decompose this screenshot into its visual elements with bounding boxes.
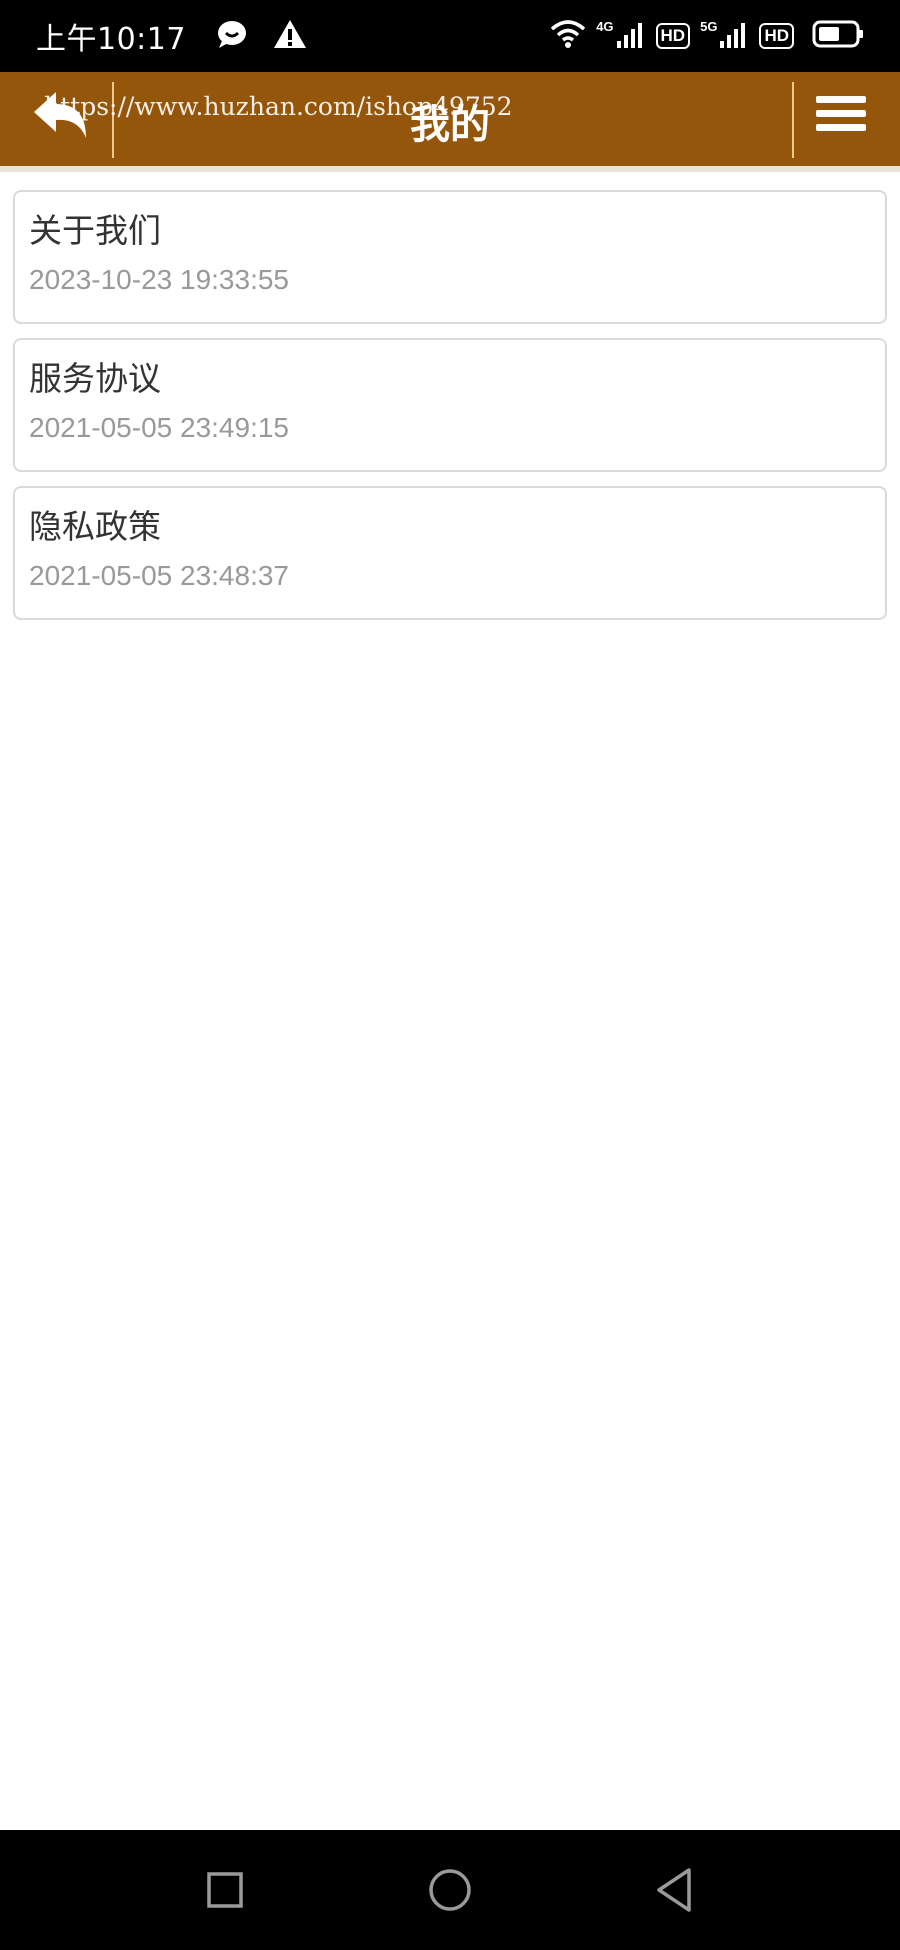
- list-item[interactable]: 隐私政策 2021-05-05 23:48:37: [13, 486, 887, 620]
- status-left-icons: [216, 18, 308, 54]
- header-divider: [792, 82, 794, 158]
- hamburger-menu-icon: [816, 96, 866, 131]
- status-right-icons: 4G HD 5G HD: [550, 19, 864, 53]
- list-item[interactable]: 服务协议 2021-05-05 23:49:15: [13, 338, 887, 472]
- watermark-text: https://www.huzhan.com/ishop49752: [44, 92, 513, 121]
- back-button[interactable]: [30, 88, 92, 152]
- back-triangle-icon: [657, 1868, 691, 1912]
- header-divider: [112, 82, 114, 158]
- recents-square-icon: [207, 1872, 243, 1908]
- list-item-title: 隐私政策: [29, 507, 161, 546]
- system-back-button[interactable]: [645, 1860, 705, 1920]
- chat-bubble-icon: [216, 19, 248, 53]
- list-item-title: 关于我们: [29, 211, 161, 250]
- menu-button[interactable]: [816, 96, 866, 142]
- battery-icon: [812, 19, 864, 53]
- wifi-icon: [550, 19, 586, 53]
- hd-badge: HD: [655, 23, 691, 49]
- signal-icon: [719, 19, 749, 53]
- status-time: 上午10:17: [36, 22, 186, 57]
- app-header: 我的 https://www.huzhan.com/ishop49752: [0, 72, 900, 172]
- home-circle-icon: [429, 1869, 471, 1911]
- network-label-5g: 5G: [700, 18, 718, 34]
- list-item-date: 2021-05-05 23:48:37: [29, 560, 289, 591]
- list-item-date: 2023-10-23 19:33:55: [29, 264, 289, 295]
- signal-icon: [616, 19, 646, 53]
- home-button[interactable]: [420, 1860, 480, 1920]
- system-nav-bar: [0, 1830, 900, 1950]
- hd-badge: HD: [759, 23, 794, 49]
- list-item-title: 服务协议: [29, 359, 161, 398]
- article-list: 关于我们 2023-10-23 19:33:55 服务协议 2021-05-05…: [13, 190, 887, 634]
- warning-icon: [272, 18, 308, 54]
- status-bar: 上午10:17 4G HD 5G HD: [0, 0, 900, 72]
- recents-button[interactable]: [195, 1860, 255, 1920]
- page-title: 我的: [410, 102, 490, 148]
- list-item[interactable]: 关于我们 2023-10-23 19:33:55: [13, 190, 887, 324]
- list-item-date: 2021-05-05 23:49:15: [29, 412, 289, 443]
- reply-arrow-icon: [34, 92, 86, 138]
- network-label-4g: 4G: [596, 18, 614, 34]
